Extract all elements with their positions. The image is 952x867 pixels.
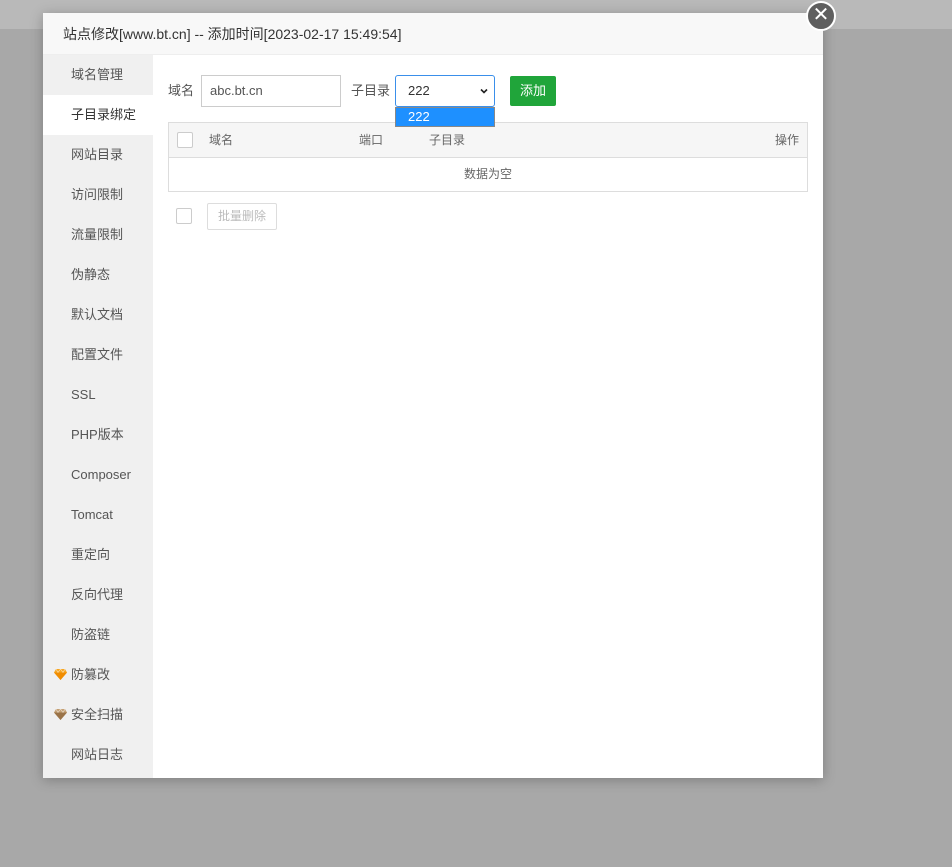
add-button[interactable]: 添加 [510, 76, 556, 106]
sidebar-item-php-version[interactable]: PHP版本 [43, 415, 153, 455]
binding-table: 域名 端口 子目录 操作 数据为空 [168, 122, 808, 192]
sidebar-item-label: 网站目录 [71, 147, 124, 162]
domain-input[interactable]: abc.bt.cn [201, 75, 341, 107]
sidebar-item-traffic-limit[interactable]: 流量限制 [43, 215, 153, 255]
batch-actions: 批量删除 [168, 203, 368, 230]
batch-select-checkbox[interactable] [176, 208, 192, 224]
sidebar-item-config-file[interactable]: 配置文件 [43, 335, 153, 375]
sidebar-item-label: SSL [71, 387, 96, 402]
sidebar-item-reverse-proxy[interactable]: 反向代理 [43, 575, 153, 615]
close-button[interactable]: ✕ [806, 1, 836, 31]
sidebar-item-label: 网站日志 [71, 747, 124, 762]
sidebar-item-label: 重定向 [71, 547, 111, 562]
chevron-down-icon [480, 88, 488, 94]
subdir-dropdown: 222 [395, 107, 495, 127]
sidebar-item-label: PHP版本 [71, 427, 124, 442]
sidebar-item-label: 防盗链 [71, 627, 111, 642]
sidebar-item-label: Tomcat [71, 507, 113, 522]
binding-form: 域名 abc.bt.cn 子目录 222 222 添加 [168, 75, 808, 127]
subdirectory-binding-panel: 域名 abc.bt.cn 子目录 222 222 添加 域名 端口 子目录 操作 [168, 55, 808, 778]
dialog-title: 站点修改[www.bt.cn] -- 添加时间[2023-02-17 15:49… [43, 13, 823, 55]
subdir-option[interactable]: 222 [396, 108, 494, 126]
sidebar-item-url-rewrite[interactable]: 伪静态 [43, 255, 153, 295]
sidebar-item-composer[interactable]: Composer [43, 455, 153, 495]
close-icon: ✕ [812, 4, 830, 26]
column-domain: 域名 [209, 133, 234, 147]
sidebar-item-default-document[interactable]: 默认文档 [43, 295, 153, 335]
sidebar-item-label: 配置文件 [71, 347, 124, 362]
subdir-select-value: 222 [408, 83, 430, 98]
sidebar-item-access-restriction[interactable]: 访问限制 [43, 175, 153, 215]
batch-delete-button[interactable]: 批量删除 [207, 203, 277, 230]
sidebar-item-label: 安全扫描 [71, 707, 124, 722]
domain-label: 域名 [168, 83, 195, 98]
table-header: 域名 端口 子目录 操作 [169, 123, 807, 158]
gem-brown-icon [54, 709, 67, 720]
sidebar-item-ssl[interactable]: SSL [43, 375, 153, 415]
sidebar-item-label: 域名管理 [71, 67, 124, 82]
sidebar-item-label: 伪静态 [71, 267, 111, 282]
subdir-label: 子目录 [351, 83, 391, 98]
sidebar-item-subdirectory-binding[interactable]: 子目录绑定 [43, 95, 153, 135]
sidebar-item-site-directory[interactable]: 网站目录 [43, 135, 153, 175]
column-actions: 操作 [774, 133, 799, 147]
sidebar-item-redirect[interactable]: 重定向 [43, 535, 153, 575]
sidebar-item-label: 子目录绑定 [71, 107, 137, 122]
gem-gold-icon [54, 669, 67, 680]
sidebar-item-label: 防篡改 [71, 667, 111, 682]
select-all-checkbox[interactable] [177, 132, 193, 148]
sidebar-item-label: 反向代理 [71, 587, 124, 602]
site-settings-dialog: 站点修改[www.bt.cn] -- 添加时间[2023-02-17 15:49… [43, 13, 823, 778]
column-subdirectory: 子目录 [429, 133, 466, 147]
sidebar-item-tomcat[interactable]: Tomcat [43, 495, 153, 535]
sidebar-item-security-scan[interactable]: 安全扫描 [43, 695, 153, 735]
subdir-select[interactable]: 222 [395, 75, 495, 107]
empty-state: 数据为空 [463, 167, 512, 181]
column-port: 端口 [359, 133, 384, 147]
sidebar-item-label: 流量限制 [71, 227, 124, 242]
sidebar-item-tamper-protection[interactable]: 防篡改 [43, 655, 153, 695]
sidebar-item-domain-management[interactable]: 域名管理 [43, 55, 153, 95]
sidebar-item-label: 默认文档 [71, 307, 124, 322]
sidebar-item-hotlink-protection[interactable]: 防盗链 [43, 615, 153, 655]
sidebar: 域名管理 子目录绑定 网站目录 访问限制 流量限制 伪静态 默认文档 配置文件 … [43, 55, 153, 778]
sidebar-item-label: Composer [71, 467, 131, 482]
sidebar-item-label: 访问限制 [71, 187, 124, 202]
sidebar-item-site-log[interactable]: 网站日志 [43, 735, 153, 775]
